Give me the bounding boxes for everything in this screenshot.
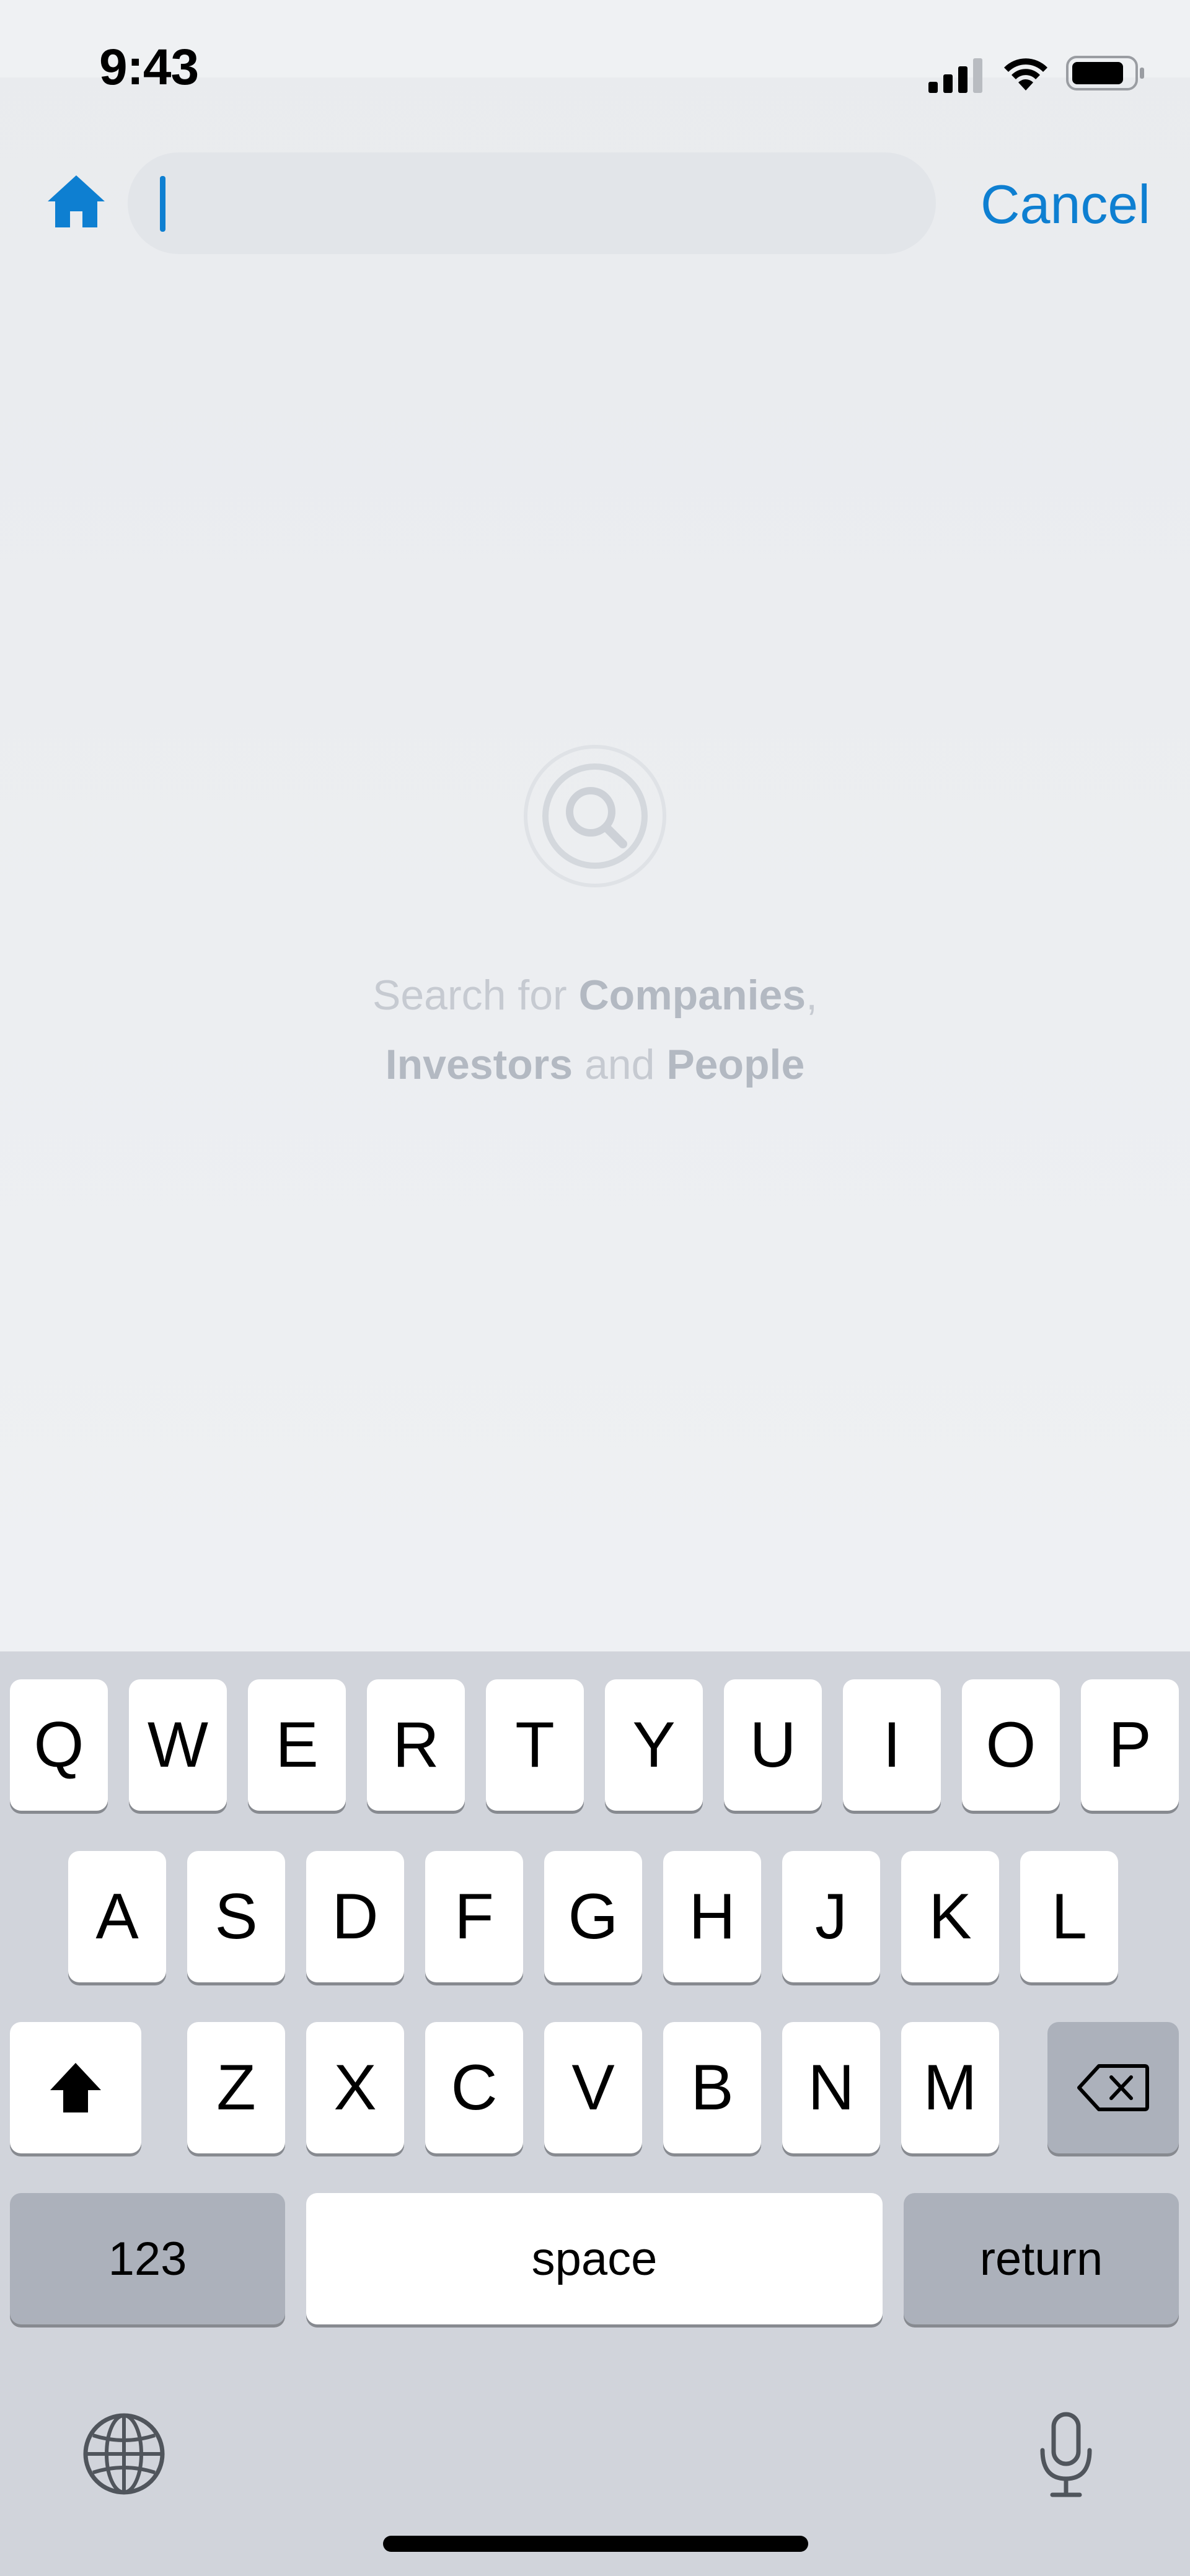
key-c[interactable]: C	[425, 2022, 523, 2153]
key-z[interactable]: Z	[187, 2022, 285, 2153]
empty-text-comma: ,	[806, 972, 818, 1019]
key-h[interactable]: H	[663, 1851, 761, 1982]
key-u[interactable]: U	[724, 1679, 822, 1811]
key-r[interactable]: R	[367, 1679, 465, 1811]
empty-text-and: and	[573, 1041, 667, 1088]
empty-text-people: People	[666, 1041, 805, 1088]
key-k[interactable]: K	[901, 1851, 999, 1982]
key-l[interactable]: L	[1020, 1851, 1118, 1982]
empty-text-investors: Investors	[385, 1041, 573, 1088]
key-x[interactable]: X	[306, 2022, 404, 2153]
backspace-icon	[1077, 2064, 1149, 2111]
backspace-key[interactable]	[1047, 2022, 1179, 2153]
search-input[interactable]	[160, 166, 904, 240]
empty-state-text: Search for Companies, Investors and Peop…	[0, 961, 1190, 1099]
key-i[interactable]: I	[843, 1679, 941, 1811]
key-y[interactable]: Y	[605, 1679, 703, 1811]
key-n[interactable]: N	[782, 2022, 880, 2153]
empty-text-prefix: Search for	[372, 972, 579, 1019]
battery-icon	[1066, 56, 1144, 90]
key-w[interactable]: W	[129, 1679, 227, 1811]
key-o[interactable]: O	[962, 1679, 1060, 1811]
cellular-signal-icon	[928, 58, 982, 93]
cancel-button[interactable]: Cancel	[981, 167, 1150, 242]
dictation-key[interactable]	[1016, 2402, 1116, 2508]
key-j[interactable]: J	[782, 1851, 880, 1982]
shift-key[interactable]	[10, 2022, 141, 2153]
key-q[interactable]: Q	[10, 1679, 108, 1811]
key-p[interactable]: P	[1081, 1679, 1179, 1811]
status-icons	[928, 53, 1145, 93]
globe-key[interactable]	[74, 2404, 174, 2503]
key-g[interactable]: G	[544, 1851, 642, 1982]
wifi-icon	[1004, 58, 1047, 90]
keyboard: Q W E R T Y U I O P A S D F G H J K L Z …	[0, 1651, 1190, 2576]
home-indicator[interactable]	[383, 2536, 808, 2552]
home-button[interactable]	[42, 167, 110, 235]
key-s[interactable]: S	[187, 1851, 285, 1982]
key-f[interactable]: F	[425, 1851, 523, 1982]
return-key[interactable]: return	[904, 2193, 1179, 2324]
key-v[interactable]: V	[544, 2022, 642, 2153]
shift-icon	[50, 2063, 101, 2112]
globe-icon	[83, 2413, 165, 2495]
magnifier-icon	[524, 745, 666, 887]
key-b[interactable]: B	[663, 2022, 761, 2153]
search-screen: 9:43 Cancel Search for Companies, Invest…	[0, 0, 1190, 2576]
microphone-icon	[1040, 2412, 1092, 2497]
empty-text-companies: Companies	[578, 972, 806, 1019]
key-t[interactable]: T	[486, 1679, 584, 1811]
key-a[interactable]: A	[68, 1851, 166, 1982]
numbers-key[interactable]: 123	[10, 2193, 285, 2324]
text-caret	[160, 176, 165, 232]
key-d[interactable]: D	[306, 1851, 404, 1982]
space-key[interactable]: space	[306, 2193, 883, 2324]
key-e[interactable]: E	[248, 1679, 346, 1811]
status-time: 9:43	[99, 39, 199, 95]
search-field[interactable]	[128, 152, 936, 254]
key-m[interactable]: M	[901, 2022, 999, 2153]
home-icon	[48, 175, 105, 227]
status-bar: 9:43	[0, 0, 1190, 95]
